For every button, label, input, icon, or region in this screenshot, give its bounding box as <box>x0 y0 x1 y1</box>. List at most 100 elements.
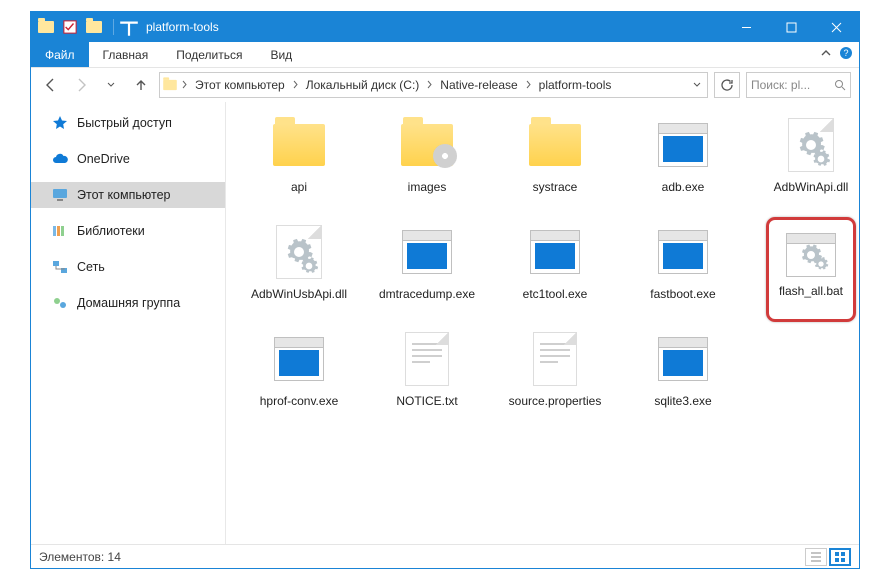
explorer-window: platform-tools Файл Главная Поделиться В… <box>30 11 860 569</box>
nav-history-dropdown[interactable] <box>99 73 123 97</box>
chevron-right-icon[interactable] <box>180 78 189 92</box>
file-label: systrace <box>533 180 578 195</box>
sidebar-label: Домашняя группа <box>77 296 180 310</box>
search-icon <box>834 79 846 91</box>
search-input[interactable]: Поиск: pl... <box>746 72 851 98</box>
file-icon <box>779 116 843 174</box>
sidebar-item-homegroup[interactable]: Домашняя группа <box>31 290 225 316</box>
file-label: flash_all.bat <box>779 284 843 299</box>
file-icon <box>267 223 331 281</box>
titlebar: platform-tools <box>31 12 859 42</box>
file-item[interactable]: api <box>240 116 358 195</box>
file-icon <box>267 330 331 388</box>
window-title: platform-tools <box>140 20 724 34</box>
refresh-button[interactable] <box>714 72 740 98</box>
ribbon-tabs: Файл Главная Поделиться Вид ? <box>31 42 859 68</box>
ribbon-tab-view[interactable]: Вид <box>256 42 306 67</box>
sidebar-label: Сеть <box>77 260 105 274</box>
file-icon <box>523 223 587 281</box>
file-item[interactable]: AdbWinUsbApi.dll <box>240 223 358 302</box>
file-icon <box>651 330 715 388</box>
sidebar: Быстрый доступ OneDrive Этот компьютер Б… <box>31 102 226 544</box>
sidebar-label: Библиотеки <box>77 224 145 238</box>
sidebar-item-quickaccess[interactable]: Быстрый доступ <box>31 110 225 136</box>
file-icon <box>395 223 459 281</box>
file-label: etc1tool.exe <box>523 287 588 302</box>
file-pane[interactable]: api images systrace adb.exe AdbWinApi.dll Adb… <box>226 102 859 544</box>
statusbar: Элементов: 14 <box>31 544 859 568</box>
sidebar-item-network[interactable]: Сеть <box>31 254 225 280</box>
qat-folder-icon[interactable] <box>35 16 57 38</box>
breadcrumb-seg[interactable]: Этот компьютер <box>191 78 289 92</box>
star-icon <box>51 114 69 132</box>
file-icon <box>779 226 843 284</box>
file-label: AdbWinApi.dll <box>774 180 849 195</box>
sidebar-label: OneDrive <box>77 152 130 166</box>
file-icon <box>651 223 715 281</box>
file-item[interactable]: sqlite3.exe <box>624 330 742 409</box>
ribbon-tab-home[interactable]: Главная <box>89 42 163 67</box>
file-item[interactable]: fastboot.exe <box>624 223 742 302</box>
view-details-button[interactable] <box>805 548 827 566</box>
breadcrumb-seg[interactable]: platform-tools <box>535 78 616 92</box>
file-item[interactable]: etc1tool.exe <box>496 223 614 302</box>
chevron-right-icon[interactable] <box>425 78 434 92</box>
file-item[interactable]: adb.exe <box>624 116 742 195</box>
file-icon <box>395 116 459 174</box>
file-item[interactable]: source.properties <box>496 330 614 409</box>
chevron-right-icon[interactable] <box>524 78 533 92</box>
address-dropdown-icon[interactable] <box>689 78 705 92</box>
sidebar-item-thispc[interactable]: Этот компьютер <box>31 182 225 208</box>
chevron-right-icon[interactable] <box>291 78 300 92</box>
ribbon-collapse-icon[interactable] <box>819 46 833 63</box>
file-label: NOTICE.txt <box>396 394 457 409</box>
sidebar-item-onedrive[interactable]: OneDrive <box>31 146 225 172</box>
minimize-button[interactable] <box>724 12 769 42</box>
breadcrumb-seg[interactable]: Native-release <box>436 78 521 92</box>
svg-text:?: ? <box>843 48 848 58</box>
file-label: source.properties <box>509 394 602 409</box>
address-folder-icon <box>163 80 177 90</box>
file-label: adb.exe <box>662 180 705 195</box>
nav-forward-button[interactable] <box>69 73 93 97</box>
nav-up-button[interactable] <box>129 73 153 97</box>
close-button[interactable] <box>814 12 859 42</box>
file-item[interactable]: systrace <box>496 116 614 195</box>
file-item[interactable]: flash_all.bat <box>752 223 859 302</box>
libraries-icon <box>51 222 69 240</box>
file-label: sqlite3.exe <box>654 394 711 409</box>
file-icon <box>651 116 715 174</box>
file-item[interactable]: hprof-conv.exe <box>240 330 358 409</box>
file-icon <box>523 116 587 174</box>
ribbon-file-tab[interactable]: Файл <box>31 42 89 67</box>
sidebar-label: Этот компьютер <box>77 188 170 202</box>
file-label: images <box>408 180 447 195</box>
ribbon-tab-share[interactable]: Поделиться <box>162 42 256 67</box>
cloud-icon <box>51 150 69 168</box>
address-bar[interactable]: Этот компьютер Локальный диск (C:) Nativ… <box>159 72 708 98</box>
nav-back-button[interactable] <box>39 73 63 97</box>
navbar: Этот компьютер Локальный диск (C:) Nativ… <box>31 68 859 102</box>
qat-properties-icon[interactable] <box>59 16 81 38</box>
file-item[interactable]: dmtracedump.exe <box>368 223 486 302</box>
qat-newfolder-icon[interactable] <box>83 16 105 38</box>
maximize-button[interactable] <box>769 12 814 42</box>
network-icon <box>51 258 69 276</box>
file-label: dmtracedump.exe <box>379 287 475 302</box>
file-label: AdbWinUsbApi.dll <box>251 287 347 302</box>
file-label: hprof-conv.exe <box>260 394 339 409</box>
file-icon <box>395 330 459 388</box>
sidebar-item-libraries[interactable]: Библиотеки <box>31 218 225 244</box>
homegroup-icon <box>51 294 69 312</box>
item-count: Элементов: 14 <box>39 550 121 564</box>
file-item[interactable]: NOTICE.txt <box>368 330 486 409</box>
file-icon <box>523 330 587 388</box>
qat-customize-icon[interactable] <box>118 16 140 38</box>
file-label: api <box>291 180 307 195</box>
search-placeholder: Поиск: pl... <box>751 78 810 92</box>
view-icons-button[interactable] <box>829 548 851 566</box>
file-item[interactable]: AdbWinApi.dll <box>752 116 859 195</box>
file-item[interactable]: images <box>368 116 486 195</box>
breadcrumb-seg[interactable]: Локальный диск (C:) <box>302 78 424 92</box>
help-icon[interactable]: ? <box>839 46 853 63</box>
